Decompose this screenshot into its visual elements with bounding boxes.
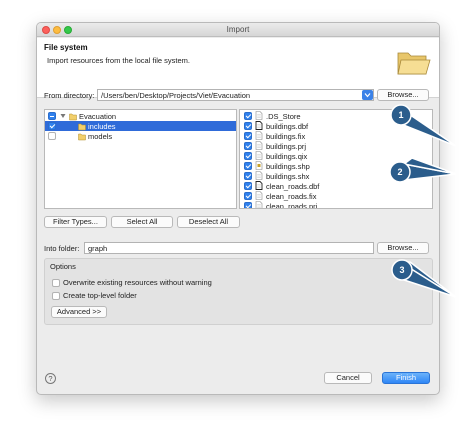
annotation-overlay: 1 2 3	[389, 104, 457, 298]
callout-number-1: 1	[398, 110, 403, 120]
callout-number-2: 2	[397, 167, 402, 177]
callout-number-3: 3	[399, 265, 404, 275]
